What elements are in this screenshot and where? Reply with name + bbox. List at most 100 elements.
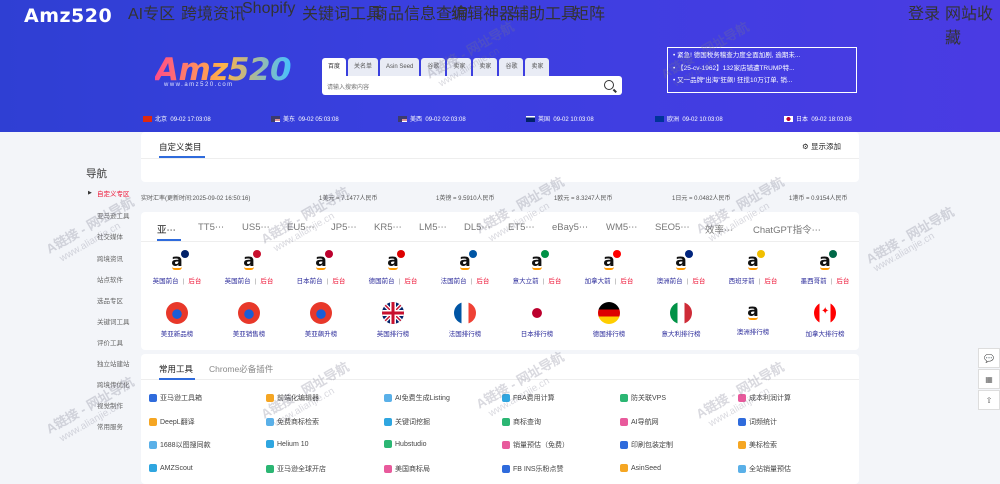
tool-link[interactable]: 亚马逊工具箱 [149,393,202,403]
tool-link[interactable]: DeepL翻译 [149,417,195,427]
tool-link[interactable]: AI免费生成Listing [384,393,450,403]
search-tab[interactable]: Asin Seed [380,58,420,76]
tab-common-tools[interactable]: 常用工具 [159,363,193,375]
rank-uk[interactable]: 英国排行榜 [357,302,429,338]
tool-link[interactable]: 关键词挖掘 [384,417,430,427]
favorite-link[interactable]: 网站收藏 [945,0,1000,47]
search-tab[interactable]: 关名单 [348,58,379,76]
tool-link[interactable]: 词频统计 [738,417,777,427]
sidebar-item-social[interactable]: 社交媒体 [97,231,123,241]
tool-link[interactable]: 前端化编辑器 [266,393,319,403]
tab-ebay[interactable]: eBay5⋯ [552,222,588,233]
rank-canada[interactable]: ✦ 加拿大排行榜 [789,302,861,338]
market-italy[interactable]: a 意大立前 | 后台 [501,250,573,285]
search-icon[interactable] [604,80,614,90]
nav-matrix[interactable]: 矩阵 [573,0,605,34]
show-add-button[interactable]: ⚙ 显示添加 [802,141,841,152]
tool-link[interactable]: 1688以图搜同款 [149,440,211,450]
tab-lm[interactable]: LM5⋯ [419,222,447,233]
tool-link[interactable]: AsinSeed [620,464,661,472]
tool-link[interactable]: FBA费用计算 [502,393,555,403]
tool-link[interactable]: 销量预估（免费） [502,440,569,450]
nav-shopify[interactable]: Shopify [242,0,295,34]
nav-news[interactable]: 跨境资讯 [181,0,245,34]
market-france[interactable]: a 法国前台 | 后台 [429,250,501,285]
sidebar-item-review[interactable]: 评价工具 [97,337,123,347]
rank-france[interactable]: 法国排行榜 [429,302,501,338]
market-mexico[interactable]: a 墨西哥前 | 后台 [789,250,861,285]
tab-chatgpt[interactable]: ChatGPT指令⋯ [753,222,821,236]
market-uk-1[interactable]: a 英国前台 | 后台 [141,250,213,285]
search-tab[interactable]: 卖家 [447,58,472,76]
tab-us[interactable]: US5⋯ [242,222,270,233]
sidebar-item-amazon-tools[interactable]: 亚马逊工具 [97,210,130,220]
nav-ai[interactable]: AI专区 [128,0,175,34]
tool-link[interactable]: Hubstudio [384,440,427,448]
tool-link[interactable]: 亚马逊全球开店 [266,464,326,474]
rank-us-sales[interactable]: 美亚销售榜 [213,302,285,338]
search-tab-baidu[interactable]: 百度 [322,58,347,76]
sidebar-item-site-software[interactable]: 站点软件 [97,274,123,284]
rank-us-new[interactable]: 美亚新品榜 [141,302,213,338]
tab-jp[interactable]: JP5⋯ [331,222,357,233]
tool-link[interactable]: 防关联VPS [620,393,666,403]
tab-eu[interactable]: EU5⋯ [287,222,315,233]
news-item[interactable]: • 紧急! 德国税务稽查力度全面加剧, 逾期未... [673,50,851,63]
search-tab[interactable]: 卖家 [473,58,498,76]
market-australia[interactable]: a 澳洲前台 | 后台 [645,250,717,285]
search-tab[interactable]: 卖家 [525,58,550,76]
tool-link[interactable]: AMZScout [149,464,193,472]
nav-keywords[interactable]: 关键词工具 [302,0,382,34]
tab-kr[interactable]: KR5⋯ [374,222,402,233]
rank-australia[interactable]: a 澳洲排行榜 [717,301,789,336]
search-input[interactable] [322,78,592,98]
tool-link[interactable]: 商标查询 [502,417,541,427]
tool-link[interactable]: 美国商标局 [384,464,430,474]
tab-efficiency[interactable]: 效率⋯ [705,222,734,236]
tab-tt[interactable]: TT5⋯ [198,222,224,233]
market-spain[interactable]: a 西班牙前 | 后台 [717,250,789,285]
tab-amazon[interactable]: 亚⋯ [157,222,176,236]
rank-germany[interactable]: 德国排行榜 [573,302,645,338]
tab-dl[interactable]: DL5⋯ [464,222,491,233]
tool-link[interactable]: FB INS乐粉点赞 [502,464,564,474]
market-germany[interactable]: a 德国前台 | 后台 [357,250,429,285]
rank-italy[interactable]: 意大利排行榜 [645,302,717,338]
nav-editor[interactable]: 编辑神器 [451,0,515,34]
qrcode-icon[interactable]: ▦ [978,369,1000,389]
sidebar-item-visual[interactable]: 视觉制作 [97,400,123,410]
news-item[interactable]: • 又一品牌“出海”狂飙! 狂揽10万订单, 销... [673,75,851,88]
search-tab[interactable]: 谷歌 [421,58,446,76]
tool-link[interactable]: 美标检索 [738,440,777,450]
brand-logo[interactable]: Amz520 [24,5,112,27]
tool-link[interactable]: AI导航网 [620,417,659,427]
news-item[interactable]: • 【25-cv-1962】132家店铺遭TRUMP特... [673,63,851,76]
tool-link[interactable]: 成本利润计算 [738,393,791,403]
tab-et[interactable]: ET5⋯ [508,222,535,233]
chat-icon[interactable]: 💬 [978,348,1000,368]
sidebar-item-keywords[interactable]: 关键词工具 [97,316,130,326]
back-to-top-icon[interactable]: ⇧ [978,390,1000,410]
tab-chrome-plugins[interactable]: Chrome必备插件 [209,363,273,375]
market-canada[interactable]: a 加拿大前 | 后台 [573,250,645,285]
search-tab[interactable]: 谷歌 [499,58,524,76]
tab-seo[interactable]: SEO5⋯ [655,222,690,233]
sidebar-item-optimize[interactable]: 跨境传优化 [97,379,130,389]
sidebar-item-custom[interactable]: 自定义专区 [97,188,130,198]
sidebar-item-services[interactable]: 常用服务 [97,421,123,431]
sidebar-item-news[interactable]: 跨境资讯 [97,253,123,263]
tab-wm[interactable]: WM5⋯ [606,222,638,233]
nav-assist[interactable]: 辅助工具 [513,0,577,34]
sidebar-item-indie-site[interactable]: 独立站建站 [97,358,130,368]
market-japan[interactable]: a 日本前台 | 后台 [285,250,357,285]
login-link[interactable]: 登录 [908,0,940,34]
market-uk-2[interactable]: a 英国前台 | 后台 [213,250,285,285]
sidebar-item-selection[interactable]: 选品专区 [97,295,123,305]
rank-japan[interactable]: 日本排行榜 [501,302,573,338]
tool-link[interactable]: 免费商标检索 [266,417,319,427]
tool-link[interactable]: 全站销量预估 [738,464,791,474]
rank-us-rising[interactable]: 美亚飙升榜 [285,302,357,338]
tool-link[interactable]: 印刷包装定制 [620,440,673,450]
custom-category-title[interactable]: 自定义类目 [159,141,202,153]
tool-link[interactable]: Helium 10 [266,440,309,448]
